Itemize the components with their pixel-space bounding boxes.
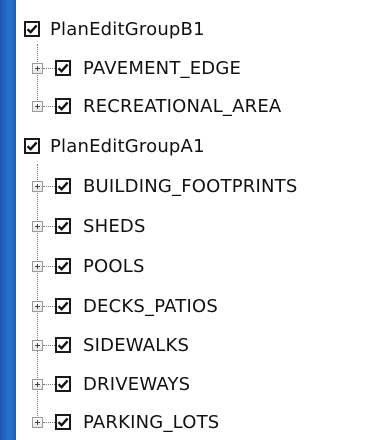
layer-item-parking-lots[interactable]: PARKING_LOTS [32, 402, 219, 440]
tree-connector [43, 67, 55, 69]
tree-connector [43, 265, 55, 267]
layer-label: BUILDING_FOOTPRINTS [83, 175, 298, 197]
layer-item-decks-patios[interactable]: DECKS_PATIOS [32, 286, 218, 326]
layer-checkbox[interactable] [55, 298, 71, 314]
expand-plus-icon[interactable] [32, 180, 43, 192]
layer-label: POOLS [83, 255, 145, 277]
tree-connector [43, 225, 55, 227]
layer-checkbox[interactable] [55, 60, 71, 76]
expand-plus-icon[interactable] [32, 416, 43, 428]
layer-label: RECREATIONAL_AREA [83, 95, 282, 117]
checkmark-icon [26, 141, 38, 151]
layer-label: DECKS_PATIOS [83, 295, 218, 317]
expand-plus-icon[interactable] [32, 220, 43, 232]
checkmark-icon [26, 24, 38, 34]
checkmark-icon [57, 417, 69, 427]
expand-plus-icon[interactable] [32, 339, 43, 351]
tree-connector [43, 305, 55, 307]
tree-connector [43, 421, 55, 423]
layer-checkbox[interactable] [55, 414, 71, 430]
checkmark-icon [57, 379, 69, 389]
tree-connector [43, 383, 55, 385]
layer-item-pools[interactable]: POOLS [32, 246, 145, 286]
layer-checkbox[interactable] [55, 376, 71, 392]
checkmark-icon [57, 101, 69, 111]
tree-connector [43, 344, 55, 346]
layer-label: SIDEWALKS [83, 334, 190, 356]
expand-plus-icon[interactable] [32, 300, 43, 312]
group-a1-checkbox[interactable] [24, 138, 40, 154]
layer-group-a1[interactable]: PlanEditGroupA1 [24, 126, 205, 166]
layer-checkbox[interactable] [55, 218, 71, 234]
layer-label: PARKING_LOTS [83, 411, 220, 433]
checkmark-icon [57, 181, 69, 191]
layer-label: SHEDS [83, 215, 146, 237]
layer-checkbox[interactable] [55, 258, 71, 274]
expand-plus-icon[interactable] [32, 100, 43, 112]
group-b1-checkbox[interactable] [24, 21, 40, 37]
layer-item-driveways[interactable]: DRIVEWAYS [32, 364, 190, 404]
layer-checkbox[interactable] [55, 178, 71, 194]
layer-item-sheds[interactable]: SHEDS [32, 206, 146, 246]
layer-label: PAVEMENT_EDGE [83, 57, 242, 79]
layer-item-building-footprints[interactable]: BUILDING_FOOTPRINTS [32, 166, 297, 206]
checkmark-icon [57, 301, 69, 311]
checkmark-icon [57, 261, 69, 271]
layer-label: DRIVEWAYS [83, 373, 191, 395]
expand-plus-icon[interactable] [32, 62, 43, 74]
group-b1-label: PlanEditGroupB1 [50, 18, 205, 40]
checkmark-icon [57, 221, 69, 231]
checkmark-icon [57, 63, 69, 73]
layer-group-b1[interactable]: PlanEditGroupB1 [24, 9, 205, 49]
group-a1-label: PlanEditGroupA1 [50, 135, 205, 157]
expand-plus-icon[interactable] [32, 378, 43, 390]
checkmark-icon [57, 340, 69, 350]
layer-item-recreational-area[interactable]: RECREATIONAL_AREA [32, 86, 281, 126]
desktop-background: PlanEditGroupB1 PAVEMENT_EDGE RECREATION… [0, 0, 390, 440]
layer-item-sidewalks[interactable]: SIDEWALKS [32, 325, 189, 365]
layer-checkbox[interactable] [55, 337, 71, 353]
layer-checkbox[interactable] [55, 98, 71, 114]
expand-plus-icon[interactable] [32, 260, 43, 272]
tree-connector [43, 185, 55, 187]
layer-item-pavement-edge[interactable]: PAVEMENT_EDGE [32, 48, 241, 88]
layer-tree-panel: PlanEditGroupB1 PAVEMENT_EDGE RECREATION… [16, 0, 390, 440]
tree-connector [43, 105, 55, 107]
